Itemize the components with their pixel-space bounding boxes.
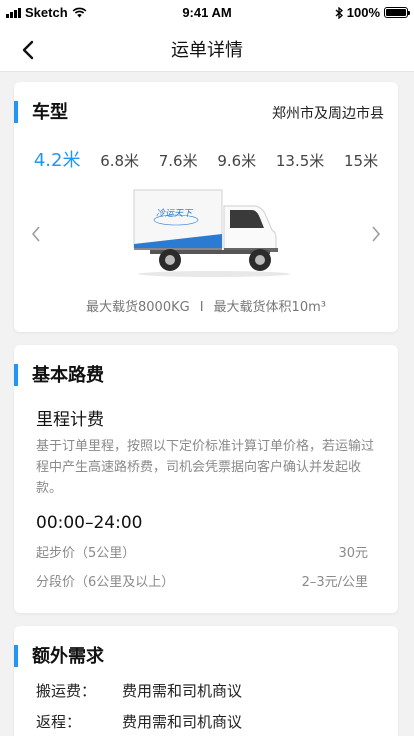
tab-13-5m[interactable]: 13.5米 <box>276 150 324 171</box>
extra-card-header: 额外需求 <box>14 642 398 670</box>
extra-key: 搬运费： <box>36 682 97 700</box>
extra-value: 费用需和司机商议 <box>122 713 243 731</box>
next-vehicle-button[interactable] <box>366 224 386 244</box>
service-region: 郑州市及周边市县 <box>272 106 384 122</box>
extra-row-return: 返程： 费用需和司机商议 <box>36 711 242 732</box>
price-label: 起步价（5公里） <box>36 546 136 561</box>
max-volume: 最大载货体积10m³ <box>213 300 326 315</box>
section-accent-bar <box>14 364 18 386</box>
fee-description: 基于订单里程，按照以下定价标准计算订单价格，若运输过程中产生高速路桥费，司机会凭… <box>36 439 375 496</box>
mileage-billing-title: 里程计费 <box>36 410 104 430</box>
vehicle-type-card: 车型 郑州市及周边市县 4.2米 6.8米 7.6米 9.6米 13.5米 15… <box>14 82 398 332</box>
section-accent-bar <box>14 645 18 667</box>
price-value: 2–3元/公里 <box>301 575 368 590</box>
vehicle-card-header: 车型 郑州市及周边市县 <box>14 98 398 126</box>
fee-card-header: 基本路费 <box>14 361 398 389</box>
truck-brand-text: 冷运天下 <box>156 208 194 219</box>
battery-percent: 100% <box>346 5 380 20</box>
price-label: 分段价（6公里及以上） <box>36 575 175 590</box>
bluetooth-icon <box>335 6 343 19</box>
basic-fee-card: 基本路费 里程计费 基于订单里程，按照以下定价标准计算订单价格，若运输过程中产生… <box>14 345 398 613</box>
fee-card-title: 基本路费 <box>32 365 104 386</box>
chevron-left-icon <box>32 226 40 242</box>
prev-vehicle-button[interactable] <box>26 224 46 244</box>
section-accent-bar <box>14 101 18 123</box>
vehicle-card-title: 车型 <box>32 102 68 123</box>
tab-4-2m[interactable]: 4.2米 <box>34 146 81 172</box>
extra-row-handling: 搬运费： 费用需和司机商议 <box>36 680 242 701</box>
capacity-info: 最大载货8000KG I 最大载货体积10m³ <box>14 296 398 315</box>
extra-key: 返程： <box>36 713 82 731</box>
extra-value: 费用需和司机商议 <box>122 682 243 700</box>
chevron-right-icon <box>372 226 380 242</box>
page-title: 运单详情 <box>171 40 243 61</box>
tab-6-8m[interactable]: 6.8米 <box>100 150 139 171</box>
price-row-segment: 分段价（6公里及以上） 2–3元/公里 <box>36 571 368 590</box>
vehicle-length-tabs: 4.2米 6.8米 7.6米 9.6米 13.5米 15米 <box>24 146 388 172</box>
extra-card-title: 额外需求 <box>32 646 104 667</box>
max-load: 最大载货8000KG <box>86 300 190 315</box>
nav-bar: 运单详情 <box>0 26 414 72</box>
truck-image: 冷运天下 <box>130 186 290 278</box>
battery-icon <box>384 7 410 18</box>
extra-requirements-card: 额外需求 搬运费： 费用需和司机商议 返程： 费用需和司机商议 <box>14 626 398 736</box>
tab-7-6m[interactable]: 7.6米 <box>159 150 198 171</box>
status-bar: Sketch 9:41 AM 100% <box>0 0 414 26</box>
price-row-base: 起步价（5公里） 30元 <box>36 542 368 561</box>
time-range: 00:00–24:00 <box>36 513 143 533</box>
capacity-separator: I <box>199 300 204 315</box>
status-right: 100% <box>335 5 410 20</box>
truck-illustration: 冷运天下 <box>133 189 290 277</box>
tab-15m[interactable]: 15米 <box>344 150 378 171</box>
tab-9-6m[interactable]: 9.6米 <box>217 150 256 171</box>
price-value: 30元 <box>338 546 368 561</box>
